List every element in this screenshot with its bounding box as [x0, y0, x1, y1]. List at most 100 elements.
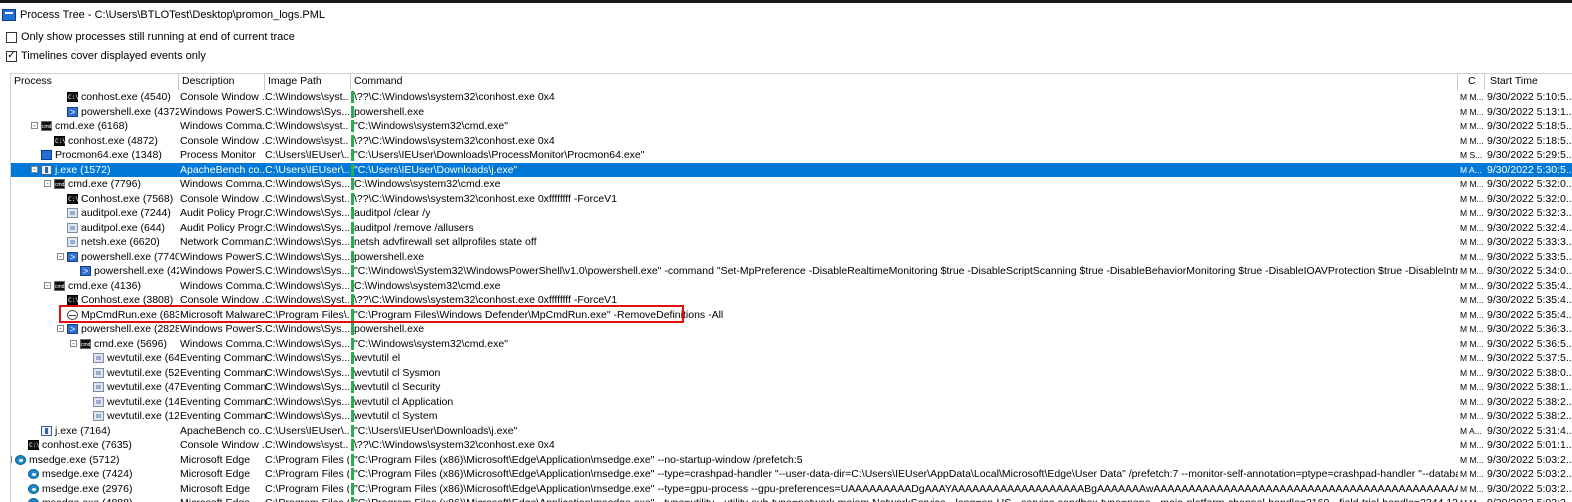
- process-cell[interactable]: wevtutil.exe (5236: [11, 366, 179, 381]
- table-row[interactable]: conhost.exe (7635) Console Window ...C:\W…: [11, 438, 1572, 453]
- company-cell: M M...: [1460, 353, 1484, 363]
- collapse-toggle-icon[interactable]: -: [11, 455, 12, 463]
- timelines-checkbox[interactable]: ✓: [6, 50, 17, 62]
- process-cell[interactable]: - cmd.exe (7796): [11, 177, 179, 192]
- process-cell[interactable]: - cmd.exe (5696): [11, 337, 179, 351]
- process-cell[interactable]: msedge.exe (7424): [11, 467, 179, 482]
- table-row[interactable]: wevtutil.exe (1432Eventing Comman...C:\W…: [11, 395, 1572, 410]
- process-name: wevtutil.exe (1432: [107, 395, 179, 408]
- timelines-option[interactable]: ✓ Timelines cover displayed events only: [6, 50, 206, 62]
- process-cell[interactable]: powershell.exe (4372): [11, 105, 179, 120]
- table-row[interactable]: -cmd.exe (7796)Windows Comma...C:\Window…: [11, 177, 1572, 192]
- table-row[interactable]: - cmd.exe (6168) Windows Comma...C:\Window…: [11, 119, 1572, 134]
- only-running-option[interactable]: Only show processes still running at end…: [6, 31, 295, 43]
- process-name: conhost.exe (7635): [42, 439, 132, 451]
- process-name: powershell.exe (2828): [81, 323, 179, 335]
- collapse-toggle-icon[interactable]: -: [31, 165, 38, 173]
- collapse-toggle-icon[interactable]: -: [57, 325, 64, 333]
- start-time-cell: 9/30/2022 5:32:4...: [1487, 221, 1572, 234]
- start-time-cell: 9/30/2022 5:03:2...: [1487, 482, 1572, 495]
- table-row[interactable]: Conhost.exe (7568) Console Window ...C:\W…: [11, 192, 1572, 206]
- collapse-toggle-icon[interactable]: -: [44, 281, 51, 289]
- column-header-description[interactable]: Description: [179, 74, 265, 90]
- process-cell[interactable]: - j.exe (1572): [11, 163, 179, 178]
- table-row[interactable]: netsh.exe (6620) Network Comman... C:\Wind…: [11, 235, 1572, 250]
- table-row[interactable]: msedge.exe (2976) Microsoft Edge C:\Progra…: [11, 482, 1572, 497]
- column-header-company[interactable]: C: [1458, 74, 1485, 90]
- image-path-cell: C:\Windows\Sys...: [265, 207, 349, 219]
- table-row[interactable]: auditpol.exe (644) Audit Policy Progr... C…: [11, 221, 1572, 236]
- image-path-cell: C:\Windows\Sys...: [265, 279, 349, 292]
- cmd-icon: [54, 178, 65, 192]
- process-cell[interactable]: powershell.exe (4292: [11, 264, 179, 279]
- command-cell: C:\Windows\system32\cmd.exe: [351, 279, 1458, 294]
- start-time-cell: 9/30/2022 5:35:4...: [1487, 308, 1572, 321]
- start-time-cell: 9/30/2022 5:29:5...: [1487, 149, 1572, 161]
- process-cell[interactable]: j.exe (7164): [11, 424, 179, 439]
- process-cell[interactable]: auditpol.exe (7244): [11, 206, 179, 221]
- table-row[interactable]: j.exe (7164) ApacheBench co... C:\Users\IE…: [11, 424, 1572, 439]
- description-cell: Eventing Comman...: [180, 381, 266, 393]
- collapse-toggle-icon[interactable]: -: [44, 180, 51, 188]
- table-row[interactable]: - cmd.exe (5696) Windows Comma...C:\Window…: [11, 337, 1572, 351]
- process-cell[interactable]: netsh.exe (6620): [11, 235, 179, 250]
- generic-exe-icon: [67, 222, 78, 233]
- table-row[interactable]: - j.exe (1572) ApacheBench co... C:\Users\I…: [11, 162, 1572, 178]
- table-row[interactable]: powershell.exe (4292Windows PowerS...C:\…: [11, 264, 1572, 279]
- process-cell[interactable]: Procmon64.exe (1348): [11, 148, 179, 163]
- table-row[interactable]: conhost.exe (4540) Console Window ...C:\W…: [11, 90, 1572, 105]
- table-row[interactable]: auditpol.exe (7244) Audit Policy Progr...…: [11, 206, 1572, 221]
- column-header-process[interactable]: Process: [11, 74, 179, 90]
- table-row[interactable]: conhost.exe (4872) Console Window ...C:\W…: [11, 134, 1572, 148]
- column-header-command[interactable]: Command: [351, 74, 1458, 90]
- command-cell: powershell.exe: [351, 322, 1458, 337]
- process-name: powershell.exe (4292: [94, 265, 179, 277]
- start-time-cell: 9/30/2022 5:18:5...: [1487, 120, 1572, 132]
- process-name: j.exe (7164): [55, 424, 111, 437]
- collapse-toggle-icon[interactable]: -: [70, 339, 77, 347]
- process-cell[interactable]: msedge.exe (2976): [11, 482, 179, 497]
- table-row[interactable]: - msedge.exe (5712) Microsoft Edge C:\Progr…: [11, 453, 1572, 468]
- image-path-cell: C:\Users\IEUser\...: [265, 424, 349, 437]
- process-cell[interactable]: wevtutil.exe (4712: [11, 380, 179, 395]
- table-row[interactable]: wevtutil.exe (1248Eventing Comman...C:\W…: [11, 409, 1572, 424]
- table-row[interactable]: wevtutil.exe (5236Eventing Comman...C:\W…: [11, 366, 1572, 381]
- table-row[interactable]: - powershell.exe (7740)Windows PowerS...C…: [11, 250, 1572, 265]
- process-tree-grid[interactable]: Process Description Image Path Command C…: [10, 73, 1572, 502]
- table-row[interactable]: - powershell.exe (2828)Windows PowerS...C…: [11, 322, 1572, 337]
- cmd-icon: [80, 338, 91, 351]
- table-row[interactable]: msedge.exe (7424) Microsoft Edge C:\Progra…: [11, 467, 1572, 482]
- process-cell[interactable]: - powershell.exe (7740): [11, 250, 179, 265]
- process-cell[interactable]: wevtutil.exe (1248: [11, 409, 179, 424]
- table-row[interactable]: -cmd.exe (4136)Windows Comma...C:\Window…: [11, 279, 1572, 294]
- description-cell: Eventing Comman...: [180, 352, 266, 364]
- table-row[interactable]: Procmon64.exe (1348) Process Monitor C:\Us…: [11, 148, 1572, 163]
- description-cell: Microsoft Edge: [179, 496, 266, 502]
- process-cell[interactable]: wevtutil.exe (6400: [11, 351, 179, 366]
- description-cell: Windows PowerS...: [180, 250, 266, 263]
- apachebench-icon: [41, 425, 52, 436]
- collapse-toggle-icon[interactable]: -: [31, 122, 38, 130]
- collapse-toggle-icon[interactable]: -: [57, 252, 64, 260]
- process-cell[interactable]: auditpol.exe (644): [11, 221, 179, 236]
- process-cell[interactable]: Conhost.exe (7568): [11, 192, 179, 206]
- process-cell[interactable]: conhost.exe (4540): [11, 90, 179, 105]
- process-cell[interactable]: - powershell.exe (2828): [11, 322, 179, 337]
- command-cell: "C:\Program Files (x86)\Microsoft\Edge\A…: [351, 467, 1458, 482]
- process-cell[interactable]: wevtutil.exe (1432: [11, 395, 179, 410]
- process-name: wevtutil.exe (6400: [107, 352, 179, 364]
- process-cell[interactable]: - msedge.exe (5712): [11, 453, 179, 468]
- process-cell[interactable]: - cmd.exe (6168): [11, 119, 179, 134]
- column-header-start-time[interactable]: Start Time: [1485, 74, 1572, 90]
- table-row[interactable]: wevtutil.exe (6400Eventing Comman...C:\W…: [11, 351, 1572, 366]
- process-cell[interactable]: msedge.exe (4888): [11, 496, 179, 502]
- table-row[interactable]: powershell.exe (4372)Windows PowerS...C:…: [11, 105, 1572, 120]
- process-cell[interactable]: - cmd.exe (4136): [11, 279, 179, 293]
- only-running-checkbox[interactable]: [6, 31, 17, 43]
- process-cell[interactable]: conhost.exe (7635): [11, 438, 179, 453]
- table-row[interactable]: msedge.exe (4888) Microsoft EdgeC:\Progra…: [11, 496, 1572, 502]
- table-row[interactable]: wevtutil.exe (4712Eventing Comman...C:\W…: [11, 380, 1572, 395]
- process-cell[interactable]: conhost.exe (4872): [11, 134, 179, 148]
- column-header-image-path[interactable]: Image Path: [265, 74, 351, 90]
- start-time-cell: 9/30/2022 5:38:2...: [1487, 410, 1572, 422]
